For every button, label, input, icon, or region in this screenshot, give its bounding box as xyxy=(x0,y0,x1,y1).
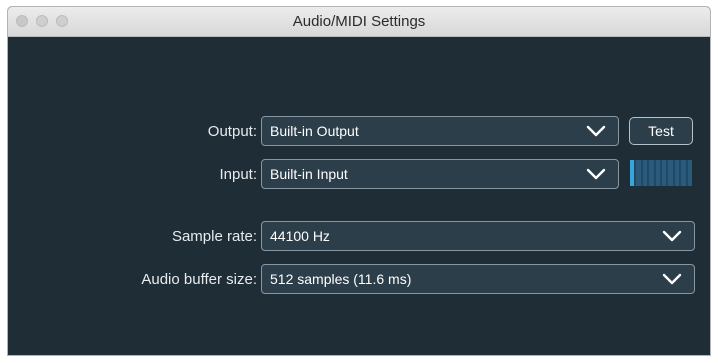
meter-segment xyxy=(662,160,667,186)
meter-segment xyxy=(649,160,654,186)
meter-segment xyxy=(668,160,673,186)
sample-rate-label: Sample rate: xyxy=(171,228,257,245)
buffer-size-select[interactable]: 512 samples (11.6 ms) xyxy=(261,264,695,294)
buffer-size-value: 512 samples (11.6 ms) xyxy=(270,271,412,287)
meter-segment xyxy=(681,160,686,186)
chevron-down-icon xyxy=(586,125,606,137)
audio-midi-settings-window: Audio/MIDI Settings Output: Built-in Out… xyxy=(7,6,711,356)
sample-rate-value: 44100 Hz xyxy=(270,228,330,244)
sample-rate-select[interactable]: 44100 Hz xyxy=(261,221,695,251)
meter-segment xyxy=(674,160,680,186)
test-button[interactable]: Test xyxy=(629,117,693,145)
chevron-down-icon xyxy=(662,230,682,242)
meter-segment xyxy=(642,160,648,186)
chevron-down-icon xyxy=(586,168,606,180)
meter-segment xyxy=(636,160,641,186)
meter-segment xyxy=(655,160,661,186)
input-device-select[interactable]: Built-in Input xyxy=(261,159,619,189)
buffer-size-label: Audio buffer size: xyxy=(141,271,257,288)
input-label: Input: xyxy=(219,166,257,183)
title-bar: Audio/MIDI Settings xyxy=(8,7,710,37)
meter-segment xyxy=(630,160,635,186)
output-device-select[interactable]: Built-in Output xyxy=(261,116,619,146)
window-title: Audio/MIDI Settings xyxy=(292,13,426,30)
chevron-down-icon xyxy=(662,273,682,285)
meter-segment xyxy=(687,160,692,186)
output-label: Output: xyxy=(207,123,257,140)
input-device-value: Built-in Input xyxy=(270,166,348,182)
input-level-meter xyxy=(630,160,692,186)
output-device-value: Built-in Output xyxy=(270,123,359,139)
